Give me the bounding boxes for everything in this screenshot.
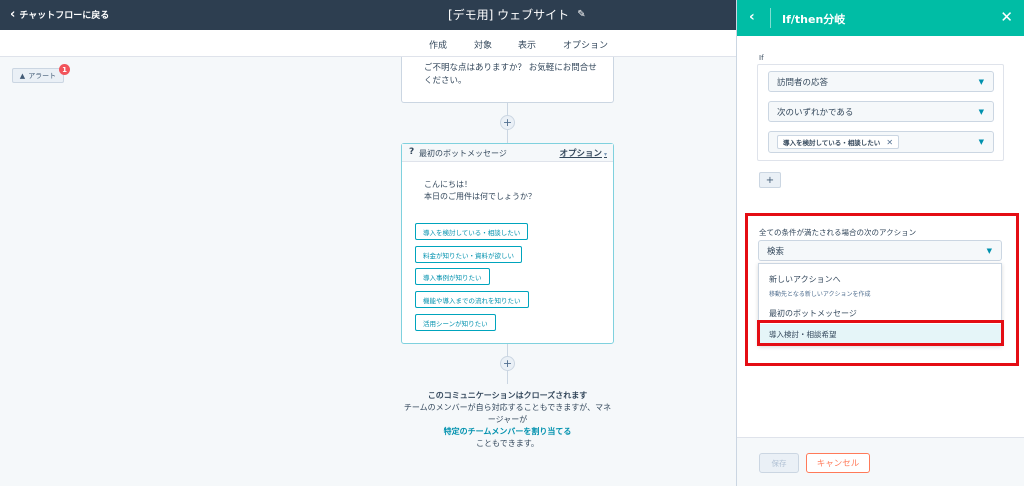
title-wrap: [デモ用] ウェブサイト ✎ xyxy=(448,6,586,23)
flow-canvas: ▲ アラート 1 ご不明な点はありますか？ お気軽にお問合せください。 + ? … xyxy=(0,57,736,486)
closing-note: このコミュニケーションはクローズされます チームのメンバーが自ら対応することもで… xyxy=(400,390,615,450)
first-bot-message-card[interactable]: ? 最初のボットメッセージ オプション ▾ こんにちは！ 本日のご用件は何でしょう… xyxy=(401,143,614,344)
bot-options-dropdown[interactable]: オプション ▾ xyxy=(559,147,607,159)
warning-icon: ▲ xyxy=(19,71,26,80)
tab-options[interactable]: オプション xyxy=(563,38,608,51)
bot-card-header: ? 最初のボットメッセージ オプション ▾ xyxy=(402,144,613,162)
condition-operator-value: 次のいずれかである xyxy=(777,107,854,118)
closing-title: このコミュニケーションはクローズされます xyxy=(427,391,588,400)
bot-card-title: 最初のボットメッセージ xyxy=(419,149,507,158)
panel-title: If/then分岐 xyxy=(782,13,846,26)
bot-options-label: オプション xyxy=(559,149,602,159)
tab-target[interactable]: 対象 xyxy=(474,38,492,51)
greeting-line-2: 本日のご用件は何でしょうか？ xyxy=(424,192,536,201)
caret-down-icon: ▾ xyxy=(603,151,607,158)
back-label: チャットフローに戻る xyxy=(19,11,110,21)
caret-down-icon: ▼ xyxy=(986,247,992,255)
quick-reply-button[interactable]: 活用シーンが知りたい xyxy=(415,314,496,331)
panel-header: ‹ If/then分岐 ✕ xyxy=(737,0,1024,36)
close-icon[interactable]: ✕ xyxy=(1000,8,1013,26)
condition-group: 訪問者の応答 ▼ 次のいずれかである ▼ 導入を検討している・相談したい ✕ ▼ xyxy=(757,64,1004,161)
condition-value-select[interactable]: 導入を検討している・相談したい ✕ ▼ xyxy=(768,131,994,153)
save-button[interactable]: 保存 xyxy=(759,453,799,473)
condition-property-value: 訪問者の応答 xyxy=(777,77,829,88)
chevron-left-icon[interactable]: ‹ xyxy=(749,9,755,25)
closing-line-1: チームのメンバーが自ら対応することもできますが、マネージャーが xyxy=(403,403,612,424)
quick-reply-button[interactable]: 機能や導入までの流れを知りたい xyxy=(415,291,529,308)
quick-reply-button[interactable]: 料金が知りたい・資料が欲しい xyxy=(415,246,522,263)
caret-down-icon: ▼ xyxy=(978,78,984,86)
next-action-label: 全ての条件が満たされる場合の次のアクション xyxy=(759,228,917,237)
if-then-panel: ‹ If/then分岐 ✕ If 訪問者の応答 ▼ 次のいずれかである ▼ 導入… xyxy=(736,0,1024,486)
greeting-line-1: こんにちは！ xyxy=(424,180,472,189)
add-step-button[interactable]: + xyxy=(500,115,515,130)
menu-item-new-action[interactable]: 新しいアクションへ xyxy=(769,274,841,285)
page-title: [デモ用] ウェブサイト xyxy=(448,8,570,22)
alert-count-badge: 1 xyxy=(59,64,70,75)
if-label: If xyxy=(759,54,764,62)
top-bar: ‹ チャットフローに戻る [デモ用] ウェブサイト ✎ xyxy=(0,0,736,30)
next-action-search-select[interactable]: 検索 ▼ xyxy=(758,240,1002,261)
closing-line-2: こともできます。 xyxy=(476,439,539,448)
chevron-left-icon: ‹ xyxy=(10,6,16,22)
chip-label: 導入を検討している・相談したい xyxy=(783,139,881,147)
add-condition-button[interactable]: + xyxy=(759,172,781,188)
highlight-frame-option xyxy=(757,320,1004,346)
previous-message-card[interactable]: ご不明な点はありますか？ お気軽にお問合せください。 xyxy=(401,57,614,103)
condition-property-select[interactable]: 訪問者の応答 ▼ xyxy=(768,71,994,92)
editor-tabs: 作成 対象 表示 オプション xyxy=(0,30,736,60)
quick-reply-button[interactable]: 導入を検討している・相談したい xyxy=(415,223,529,240)
previous-message-text: ご不明な点はありますか？ お気軽にお問合せください。 xyxy=(424,63,597,86)
assign-team-member-link[interactable]: 特定のチームメンバーを割り当てる xyxy=(400,426,615,438)
pencil-icon[interactable]: ✎ xyxy=(577,9,585,20)
panel-footer: 保存 キャンセル xyxy=(737,437,1024,486)
alert-button[interactable]: ▲ アラート xyxy=(12,68,64,83)
cancel-button[interactable]: キャンセル xyxy=(806,453,870,473)
add-step-button[interactable]: + xyxy=(500,356,515,371)
alert-label: アラート xyxy=(28,71,57,80)
quick-reply-button[interactable]: 導入事例が知りたい xyxy=(415,268,490,285)
tab-display[interactable]: 表示 xyxy=(518,38,536,51)
condition-value-chip: 導入を検討している・相談したい ✕ xyxy=(777,135,900,149)
caret-down-icon: ▼ xyxy=(978,138,984,146)
caret-down-icon: ▼ xyxy=(978,108,984,116)
menu-item-first-bot-message[interactable]: 最初のボットメッセージ xyxy=(769,308,857,319)
back-to-chatflows-link[interactable]: ‹ チャットフローに戻る xyxy=(10,6,110,22)
menu-item-new-action-description: 移動先となる新しいアクションを作成 xyxy=(769,291,871,298)
remove-chip-icon[interactable]: ✕ xyxy=(886,138,893,147)
question-icon: ? xyxy=(409,147,415,157)
search-placeholder: 検索 xyxy=(767,246,785,257)
header-divider xyxy=(770,8,771,28)
condition-operator-select[interactable]: 次のいずれかである ▼ xyxy=(768,101,994,122)
